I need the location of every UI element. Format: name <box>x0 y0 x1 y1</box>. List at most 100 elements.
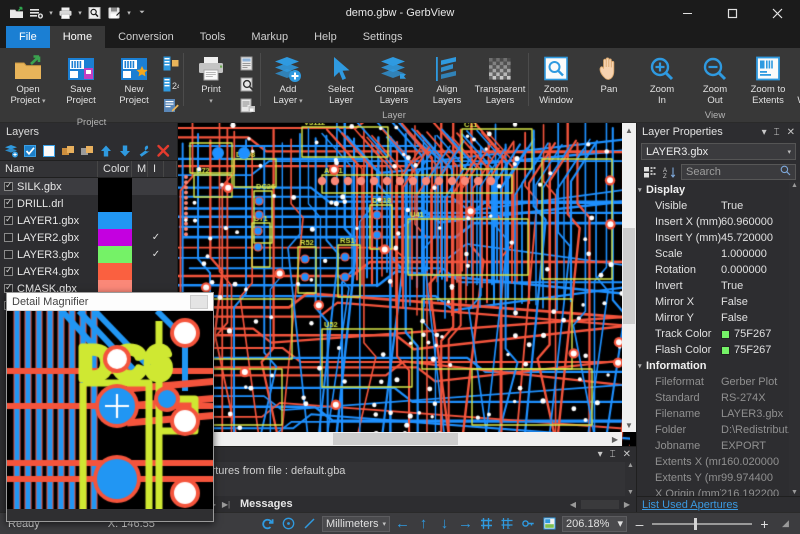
property-row[interactable]: StandardRS-274X <box>637 390 800 406</box>
scroll-up-arrow[interactable]: ▲ <box>627 462 634 469</box>
minimize-button[interactable] <box>665 0 710 26</box>
open-icon[interactable] <box>8 5 25 22</box>
layer-row[interactable]: LAYER1.gbx <box>0 212 177 229</box>
pin-icon[interactable]: ⌶ <box>610 449 616 460</box>
expand-toggle-icon[interactable]: ▾ <box>637 186 646 194</box>
properties-search-input[interactable]: Search <box>681 164 796 180</box>
layer-visible-checkbox[interactable] <box>4 250 13 259</box>
detail-magnifier-view[interactable] <box>7 311 213 521</box>
column-header-i[interactable]: I <box>148 161 164 177</box>
zoom-extents-button[interactable]: Zoom toExtents <box>742 52 794 106</box>
print-preview-icon[interactable] <box>86 5 103 22</box>
property-category[interactable]: ▾Information <box>637 358 800 374</box>
chevron-down-icon[interactable]: ▾ <box>787 148 791 156</box>
tab-tools[interactable]: Tools <box>187 26 239 48</box>
close-icon[interactable]: ✕ <box>787 127 795 138</box>
add-layer-button[interactable]: AddLayer ▾ <box>262 52 314 107</box>
zoom-slider[interactable] <box>652 516 752 532</box>
categorized-view-icon[interactable] <box>641 164 658 181</box>
uncheck-all-icon[interactable] <box>41 142 58 159</box>
edit-project-button[interactable] <box>161 97 181 116</box>
detail-magnifier-titlebar[interactable]: Detail Magnifier <box>7 293 213 311</box>
layer-color-swatch[interactable] <box>98 246 132 263</box>
image-icon[interactable] <box>541 515 558 532</box>
layer-select-combo[interactable]: LAYER3.gbx ▾ <box>641 143 796 160</box>
property-row[interactable]: X Origin (mm)216.192200 <box>637 486 800 496</box>
print-to-file-button[interactable] <box>238 97 258 116</box>
project-properties-button[interactable] <box>161 55 181 74</box>
zoom-out-button[interactable]: ZoomOut <box>689 52 741 106</box>
property-row[interactable]: Insert Y (mm)45.720000 <box>637 230 800 246</box>
property-row[interactable]: JobnameEXPORT <box>637 438 800 454</box>
transparent-layers-button[interactable]: TransparentLayers <box>474 52 526 106</box>
pan-button[interactable]: Pan <box>583 52 635 96</box>
line-icon[interactable] <box>301 515 318 532</box>
pan-up-icon[interactable]: ↑ <box>415 515 432 532</box>
customize-quick-access-icon[interactable]: ⏷ <box>139 9 145 17</box>
tab-home[interactable]: Home <box>50 26 105 48</box>
scroll-up-arrow[interactable]: ▲ <box>791 182 798 189</box>
panel-menu-icon[interactable]: ▾ <box>762 127 767 138</box>
property-row[interactable]: Rotation0.000000 <box>637 262 800 278</box>
align-layers-button[interactable]: AlignLayers <box>421 52 473 106</box>
circle-center-icon[interactable] <box>280 515 297 532</box>
tab-markup[interactable]: Markup <box>238 26 301 48</box>
tab-messages[interactable]: Messages <box>234 498 299 510</box>
scroll-right-arrow[interactable]: ▶ <box>608 432 622 446</box>
property-row[interactable]: Extents Y (mm)99.974400 <box>637 470 800 486</box>
column-header-m[interactable]: M <box>132 161 148 177</box>
page-setup-button[interactable] <box>238 55 258 74</box>
zoom-in-button[interactable]: + <box>756 515 773 532</box>
layer-settings-icon[interactable] <box>136 142 153 159</box>
zoom-slider-knob[interactable] <box>694 518 697 530</box>
project-info-button[interactable]: 24 <box>161 76 181 95</box>
layer-row[interactable]: LAYER3.gbx✓ <box>0 246 177 263</box>
property-category[interactable]: ▾Display <box>637 182 800 198</box>
chevron-down-icon[interactable]: ▾ <box>383 520 387 528</box>
layer-visible-checkbox[interactable] <box>4 182 13 191</box>
close-icon[interactable]: ✕ <box>623 449 631 460</box>
pan-down-icon[interactable]: ↓ <box>436 515 453 532</box>
save-project-button[interactable]: SaveProject <box>55 52 107 106</box>
layer-visible-checkbox[interactable] <box>4 199 13 208</box>
sort-alphabetical-icon[interactable]: AZ <box>661 164 678 181</box>
property-row[interactable]: FileformatGerber Plot <box>637 374 800 390</box>
show-workspace-button[interactable]: ShowWorkspace <box>795 52 800 106</box>
property-row[interactable]: Mirror XFalse <box>637 294 800 310</box>
maximize-button[interactable] <box>710 0 755 26</box>
column-header-name[interactable]: Name <box>0 161 98 177</box>
tab-scroll-track[interactable] <box>581 500 619 509</box>
chevron-down-icon[interactable]: ▾ <box>297 98 302 105</box>
property-row[interactable]: InvertTrue <box>637 278 800 294</box>
pan-left-icon[interactable]: ← <box>394 515 411 532</box>
zoom-out-button[interactable]: – <box>631 515 648 532</box>
layer-row[interactable]: DRILL.drl <box>0 195 177 212</box>
messages-scrollbar[interactable]: ▲ ▼ <box>625 462 636 496</box>
rotate-icon[interactable] <box>259 515 276 532</box>
units-select[interactable]: Millimeters ▾ <box>322 516 390 532</box>
scroll-up-arrow[interactable]: ▲ <box>622 123 636 137</box>
messages-body[interactable]: d apertures from file : default.gba ▲ ▼ <box>178 462 636 496</box>
layer-color-swatch[interactable] <box>98 178 132 195</box>
tab-scroll-right-icon[interactable]: ▶ <box>622 500 632 509</box>
layer-visible-checkbox[interactable] <box>4 216 13 225</box>
column-header-color[interactable]: Color <box>98 161 132 177</box>
property-row[interactable]: Extents X (mm)160.020000 <box>637 454 800 470</box>
tab-settings[interactable]: Settings <box>350 26 416 48</box>
zoom-level-select[interactable]: 206.18% ▾ <box>562 516 627 532</box>
chevron-down-icon[interactable]: ▾ <box>126 9 132 17</box>
properties-scrollbar[interactable]: ▲ ▼ <box>789 182 800 496</box>
layer-visible-checkbox[interactable] <box>4 267 13 276</box>
property-row[interactable]: FilenameLAYER3.gbx <box>637 406 800 422</box>
add-layer-icon[interactable] <box>3 142 20 159</box>
move-down-icon[interactable] <box>117 142 134 159</box>
pin-icon[interactable]: ⌶ <box>774 127 780 138</box>
detail-magnifier-window[interactable]: Detail Magnifier <box>6 292 214 522</box>
detail-magnifier-close-button[interactable] <box>190 295 208 309</box>
tab-help[interactable]: Help <box>301 26 350 48</box>
chevron-down-icon[interactable]: ▾ <box>77 9 83 17</box>
resize-grip-icon[interactable]: ◢ <box>777 515 794 532</box>
print-icon[interactable] <box>57 5 74 22</box>
color-swatch-icon[interactable] <box>721 330 730 339</box>
chevron-down-icon[interactable]: ▾ <box>617 517 623 530</box>
